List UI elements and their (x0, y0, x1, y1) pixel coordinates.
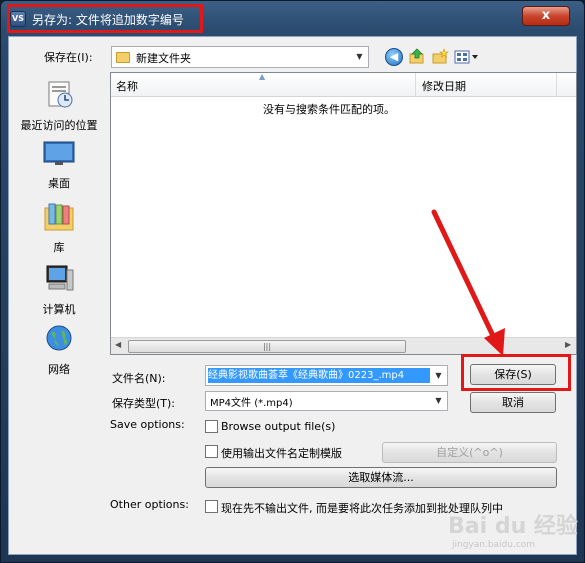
window-title: 另存为: 文件将追加数字编号 (32, 13, 184, 27)
cancel-button[interactable]: 取消 (470, 392, 556, 413)
place-computer[interactable]: 计算机 (12, 264, 106, 317)
scroll-right-icon[interactable]: ▶ (565, 340, 571, 349)
customize-button[interactable]: 自定义(^o^) (382, 442, 557, 463)
baidu-watermark-url: jingyan.baidu.com (452, 540, 536, 550)
libraries-icon (12, 202, 106, 235)
place-label: 计算机 (42, 303, 76, 316)
horizontal-scrollbar[interactable]: ◀ ||| ▶ (111, 337, 576, 354)
save-in-combo[interactable]: 新建文件夹 ▼ (111, 46, 369, 68)
use-template-checkbox[interactable] (205, 445, 218, 458)
use-template-label: 使用输出文件名定制模版 (221, 447, 342, 460)
desktop-icon (12, 140, 106, 171)
baidu-watermark: Bai du 经验 (448, 514, 578, 539)
close-icon: x (541, 8, 551, 23)
empty-list-message: 没有与搜索条件匹配的项。 (263, 103, 395, 116)
chevron-down-icon[interactable]: ▼ (430, 366, 447, 385)
place-desktop[interactable]: 桌面 (12, 140, 106, 191)
place-label: 库 (53, 241, 65, 254)
list-header: 名称 ▲ 修改日期 (111, 72, 576, 97)
network-icon (12, 324, 106, 357)
browse-output-label: Browse output file(s) (221, 420, 336, 433)
recent-places-icon (12, 78, 106, 113)
save-in-label: 保存在(I): (44, 51, 93, 64)
place-label: 最近访问的位置 (20, 119, 98, 132)
filename-value: 经典影视歌曲荟萃《经典歌曲》0223_.mp4 (208, 368, 430, 383)
chevron-down-icon[interactable]: ▼ (430, 392, 447, 410)
place-label: 网络 (48, 363, 70, 376)
place-libraries[interactable]: 库 (12, 202, 106, 255)
file-list[interactable]: 名称 ▲ 修改日期 没有与搜索条件匹配的项。 ◀ ||| ▶ (110, 72, 577, 355)
title-bar[interactable]: VS 另存为: 文件将追加数字编号 x (0, 0, 585, 36)
place-label: 桌面 (48, 177, 70, 190)
select-streams-button[interactable]: 选取媒体流... (205, 467, 557, 488)
new-folder-icon[interactable] (431, 48, 449, 66)
app-icon: VS (10, 11, 26, 27)
place-network[interactable]: 网络 (12, 324, 106, 377)
browse-output-checkbox[interactable] (205, 420, 218, 433)
folder-icon (116, 52, 130, 63)
place-recent[interactable]: 最近访问的位置 (12, 78, 106, 133)
save-options-label: Save options: (110, 418, 185, 431)
close-button[interactable]: x (522, 6, 570, 26)
filetype-label: 保存类型(T): (112, 397, 176, 410)
computer-icon (12, 264, 106, 297)
back-icon[interactable]: ◀ (385, 48, 403, 66)
scrollbar-thumb[interactable]: ||| (128, 340, 406, 353)
column-header-modified[interactable]: 修改日期 (422, 78, 466, 94)
save-in-folder-name: 新建文件夹 (136, 52, 191, 65)
column-header-name[interactable]: 名称 (116, 78, 138, 94)
filetype-select[interactable]: MP4文件 (*.mp4) ▼ (205, 391, 448, 411)
batch-queue-checkbox[interactable] (205, 500, 218, 513)
filename-label: 文件名(N): (112, 372, 166, 385)
filename-field[interactable]: 经典影视歌曲荟萃《经典歌曲》0223_.mp4 ▼ (205, 365, 448, 386)
other-options-label: Other options: (110, 498, 189, 511)
save-button[interactable]: 保存(S) (470, 364, 556, 385)
sort-ascending-icon: ▲ (259, 72, 266, 81)
up-folder-icon[interactable] (408, 48, 426, 66)
view-menu-icon[interactable] (454, 48, 480, 66)
chevron-down-icon[interactable]: ▼ (351, 47, 368, 67)
filetype-value: MP4文件 (*.mp4) (210, 398, 293, 409)
scroll-left-icon[interactable]: ◀ (115, 340, 121, 349)
